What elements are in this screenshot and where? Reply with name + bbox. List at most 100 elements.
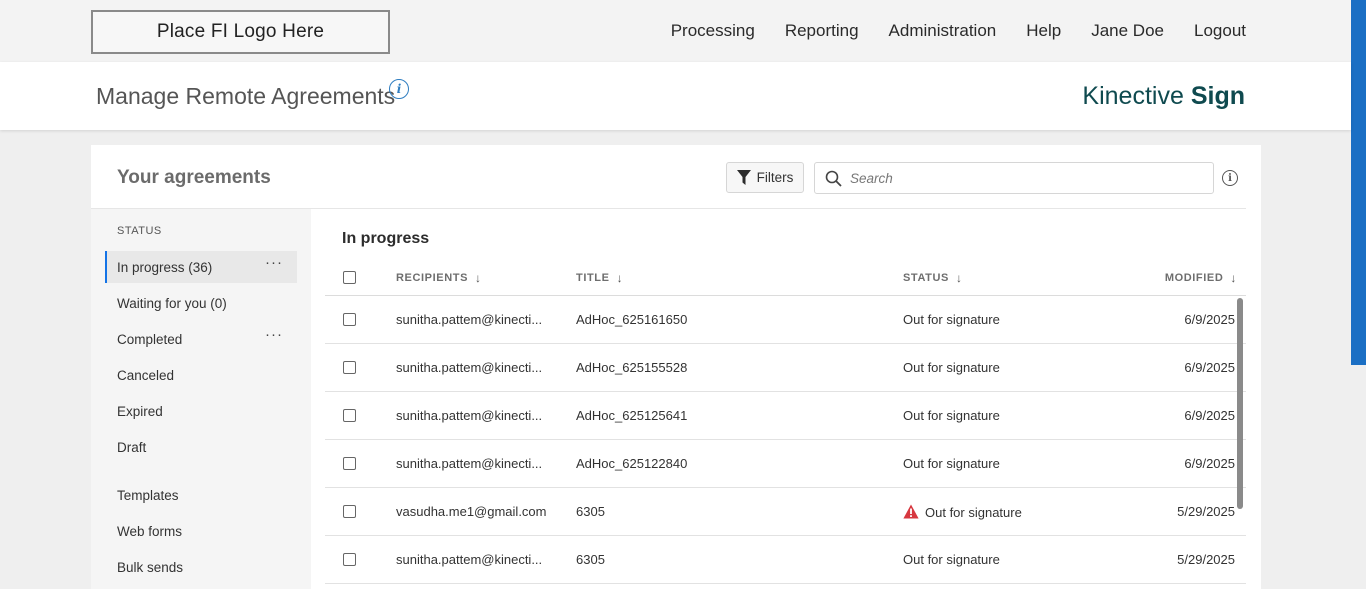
card-title: Your agreements	[117, 167, 271, 188]
row-status: Out for signature	[903, 408, 1000, 423]
row-status-cell: Out for signature	[903, 504, 1022, 520]
row-checkbox[interactable]	[343, 313, 356, 326]
sidebar-item-label: Web forms	[117, 523, 183, 539]
filters-button[interactable]: Filters	[726, 162, 804, 193]
table-row[interactable]: sunitha.pattem@kinecti... AdHoc_62516165…	[325, 296, 1246, 344]
card-header: Your agreements Filters i	[91, 145, 1246, 209]
row-checkbox[interactable]	[343, 505, 356, 518]
row-title: 6305	[576, 552, 605, 567]
column-label: RECIPIENTS	[396, 272, 469, 284]
column-title[interactable]: TITLE ↓	[576, 271, 623, 285]
row-modified: 6/9/2025	[1184, 312, 1235, 327]
sidebar-item-label: Bulk sends	[117, 559, 184, 575]
row-recipient: sunitha.pattem@kinecti...	[396, 552, 543, 567]
table-row[interactable]: sunitha.pattem@kinecti... AdHoc_62515552…	[325, 344, 1246, 392]
row-status: Out for signature	[903, 456, 1000, 471]
row-title: AdHoc_625125641	[576, 408, 688, 423]
row-recipient: sunitha.pattem@kinecti...	[396, 408, 543, 423]
row-title: AdHoc_625155528	[576, 360, 688, 375]
row-checkbox[interactable]	[343, 361, 356, 374]
column-status[interactable]: STATUS ↓	[903, 271, 963, 285]
sort-arrow-icon: ↓	[475, 271, 482, 285]
row-recipient: vasudha.me1@gmail.com	[396, 504, 547, 519]
row-recipient: sunitha.pattem@kinecti...	[396, 456, 543, 471]
sidebar-item-label: Waiting for you (0)	[117, 295, 227, 311]
row-title: AdHoc_625161650	[576, 312, 688, 327]
row-status: Out for signature	[903, 360, 1000, 375]
row-modified: 6/9/2025	[1184, 408, 1235, 423]
sidebar-item-completed[interactable]: Completed ···	[105, 323, 297, 355]
brand-logo: Kinective Sign	[1082, 82, 1245, 111]
page-header: Manage Remote Agreements i Kinective Sig…	[0, 62, 1351, 130]
select-all-checkbox[interactable]	[343, 271, 356, 284]
more-options-icon[interactable]: ···	[265, 327, 283, 342]
sidebar-item-label: Expired	[117, 403, 163, 419]
row-checkbox[interactable]	[343, 409, 356, 422]
search-icon	[825, 170, 842, 187]
row-recipient: sunitha.pattem@kinecti...	[396, 360, 543, 375]
sidebar-item-draft[interactable]: Draft	[105, 431, 297, 463]
row-title: 6305	[576, 504, 605, 519]
row-status: Out for signature	[925, 505, 1022, 520]
column-modified[interactable]: MODIFIED ↓	[1165, 271, 1237, 285]
table-row[interactable]: sunitha.pattem@kinecti... AdHoc_62512284…	[325, 440, 1246, 488]
info-icon[interactable]: i	[1222, 170, 1238, 186]
edge-stripe	[1351, 0, 1366, 365]
table-row[interactable]: sunitha.pattem@kinecti... 6305 Out for s…	[325, 536, 1246, 584]
column-recipients[interactable]: RECIPIENTS ↓	[396, 271, 482, 285]
row-title: AdHoc_625122840	[576, 456, 688, 471]
nav-logout[interactable]: Logout	[1194, 21, 1246, 41]
fi-logo-placeholder: Place FI Logo Here	[91, 10, 390, 54]
brand-bold: Sign	[1190, 82, 1245, 110]
search-box[interactable]	[814, 162, 1214, 194]
nav-help[interactable]: Help	[1026, 21, 1061, 41]
warning-icon	[903, 504, 919, 519]
row-modified: 6/9/2025	[1184, 360, 1235, 375]
sidebar-item-label: In progress (36)	[117, 259, 213, 275]
row-status: Out for signature	[903, 552, 1000, 567]
agreements-card: Your agreements Filters i STATUS In prog…	[91, 145, 1261, 589]
table-row[interactable]: sunitha.pattem@kinecti... AdHoc_62512564…	[325, 392, 1246, 440]
main-nav: Processing Reporting Administration Help…	[641, 0, 1246, 62]
sidebar-item-label: Canceled	[117, 367, 175, 383]
sidebar-item-label: Templates	[117, 487, 179, 503]
nav-reporting[interactable]: Reporting	[785, 21, 859, 41]
row-checkbox[interactable]	[343, 553, 356, 566]
status-sidebar: STATUS In progress (36) ··· Waiting for …	[91, 209, 311, 589]
table-row[interactable]: vasudha.me1@gmail.com 6305 Out for signa…	[325, 488, 1246, 536]
sidebar-item-in-progress[interactable]: In progress (36) ···	[105, 251, 297, 283]
column-label: TITLE	[576, 272, 610, 284]
nav-administration[interactable]: Administration	[889, 21, 997, 41]
sidebar-item-label: Draft	[117, 439, 147, 455]
filter-icon	[736, 170, 751, 185]
table-header: RECIPIENTS ↓ TITLE ↓ STATUS ↓ MODIFIED ↓	[325, 258, 1246, 296]
sidebar-item-web-forms[interactable]: Web forms	[105, 515, 297, 547]
sidebar-item-expired[interactable]: Expired	[105, 395, 297, 427]
top-navigation-bar: Place FI Logo Here Processing Reporting …	[0, 0, 1351, 62]
row-modified: 6/9/2025	[1184, 456, 1235, 471]
nav-user-name[interactable]: Jane Doe	[1091, 21, 1164, 41]
row-status: Out for signature	[903, 312, 1000, 327]
list-title: In progress	[342, 230, 430, 247]
row-recipient: sunitha.pattem@kinecti...	[396, 312, 543, 327]
brand-prefix: Kinective	[1082, 82, 1184, 110]
sidebar-item-canceled[interactable]: Canceled	[105, 359, 297, 391]
column-label: MODIFIED	[1164, 272, 1224, 284]
page-title: Manage Remote Agreements	[96, 83, 396, 109]
sidebar-item-templates[interactable]: Templates	[105, 479, 297, 511]
nav-processing[interactable]: Processing	[671, 21, 755, 41]
row-checkbox[interactable]	[343, 457, 356, 470]
info-icon[interactable]: i	[389, 79, 409, 99]
sort-arrow-icon: ↓	[1230, 271, 1237, 285]
sidebar-item-bulk-sends[interactable]: Bulk sends	[105, 551, 297, 583]
filters-label: Filters	[756, 170, 794, 185]
row-modified: 5/29/2025	[1177, 504, 1235, 519]
list-scrollbar[interactable]	[1237, 298, 1243, 509]
search-input[interactable]	[850, 170, 1190, 186]
sidebar-item-label: Completed	[117, 331, 183, 347]
more-options-icon[interactable]: ···	[265, 255, 283, 270]
sidebar-item-waiting[interactable]: Waiting for you (0)	[105, 287, 297, 319]
status-heading: STATUS	[117, 225, 162, 237]
row-modified: 5/29/2025	[1177, 552, 1235, 567]
column-label: STATUS	[903, 272, 949, 284]
